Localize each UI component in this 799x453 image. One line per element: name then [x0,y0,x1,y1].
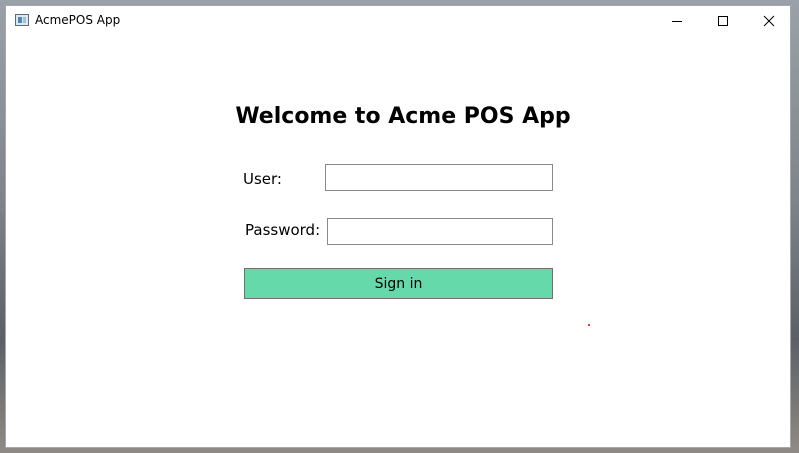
user-input[interactable] [325,164,553,191]
close-button[interactable] [746,6,792,36]
welcome-heading-row: Welcome to Acme POS App [6,104,792,129]
welcome-heading: Welcome to Acme POS App [235,104,571,129]
app-window-icon [15,14,29,26]
user-label: User: [243,170,282,188]
close-icon [763,15,775,27]
window-title: AcmePOS App [35,13,121,27]
password-label: Password: [245,221,321,239]
app-window: AcmePOS App Welcome to Acme POS App User… [5,5,791,448]
minimize-button[interactable] [654,6,700,36]
maximize-icon [718,16,728,26]
signin-button[interactable]: Sign in [244,268,553,299]
login-panel: Welcome to Acme POS App User: Password: … [6,36,790,448]
minimize-icon [672,21,682,22]
title-bar[interactable]: AcmePOS App [6,6,790,36]
pixel-artifact [588,324,590,326]
maximize-button[interactable] [700,6,746,36]
password-input[interactable] [327,218,553,245]
